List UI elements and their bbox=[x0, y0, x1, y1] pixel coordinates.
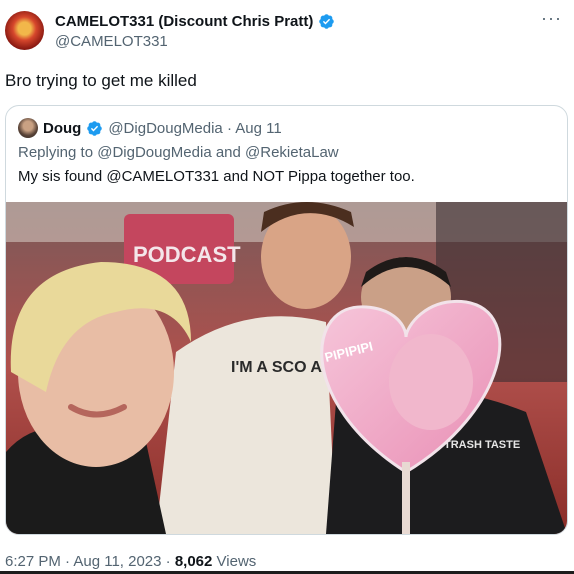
quoted-photo[interactable]: PODCAST I'M A SCO AND PA TRASH TASTE PIP… bbox=[6, 202, 567, 534]
views-label: Views bbox=[212, 553, 257, 570]
author-avatar[interactable] bbox=[5, 11, 44, 50]
photo-banner-text: PODCAST bbox=[133, 242, 241, 267]
tweet-text: Bro trying to get me killed bbox=[5, 71, 197, 90]
quoted-text: My sis found @CAMELOT331 and NOT Pippa t… bbox=[18, 168, 415, 185]
name-row: CAMELOT331 (Discount Chris Pratt) bbox=[55, 12, 335, 30]
tweet-header: CAMELOT331 (Discount Chris Pratt) @CAMEL… bbox=[55, 12, 335, 50]
quoted-name[interactable]: Doug bbox=[43, 120, 81, 137]
fan-handle bbox=[402, 462, 410, 534]
quoted-header: Doug @DigDougMedia · Aug 11 bbox=[18, 118, 282, 138]
shirt2-text: TRASH TASTE bbox=[444, 439, 520, 451]
views-count: 8,062 bbox=[174, 553, 213, 570]
author-handle[interactable]: @CAMELOT331 bbox=[55, 33, 335, 50]
quoted-tweet[interactable]: Doug @DigDougMedia · Aug 11 Replying to … bbox=[5, 105, 568, 535]
fan-character bbox=[389, 334, 473, 430]
tweet: CAMELOT331 (Discount Chris Pratt) @CAMEL… bbox=[0, 0, 574, 574]
verified-badge-icon bbox=[319, 13, 335, 29]
verified-badge-icon bbox=[87, 120, 103, 136]
replying-to: Replying to @DigDougMedia and @RekietaLa… bbox=[18, 144, 339, 161]
tweet-footer: 6:27 PM · Aug 11, 2023 · 8,062 Views bbox=[5, 553, 256, 570]
quoted-handle-date[interactable]: @DigDougMedia · Aug 11 bbox=[108, 120, 281, 137]
author-display-name[interactable]: CAMELOT331 (Discount Chris Pratt) bbox=[55, 13, 313, 30]
quoted-avatar[interactable] bbox=[18, 118, 38, 138]
timestamp[interactable]: 6:27 PM · Aug 11, 2023 · bbox=[5, 553, 175, 570]
man-shirt bbox=[156, 316, 336, 534]
more-options-icon[interactable]: ··· bbox=[541, 8, 562, 29]
